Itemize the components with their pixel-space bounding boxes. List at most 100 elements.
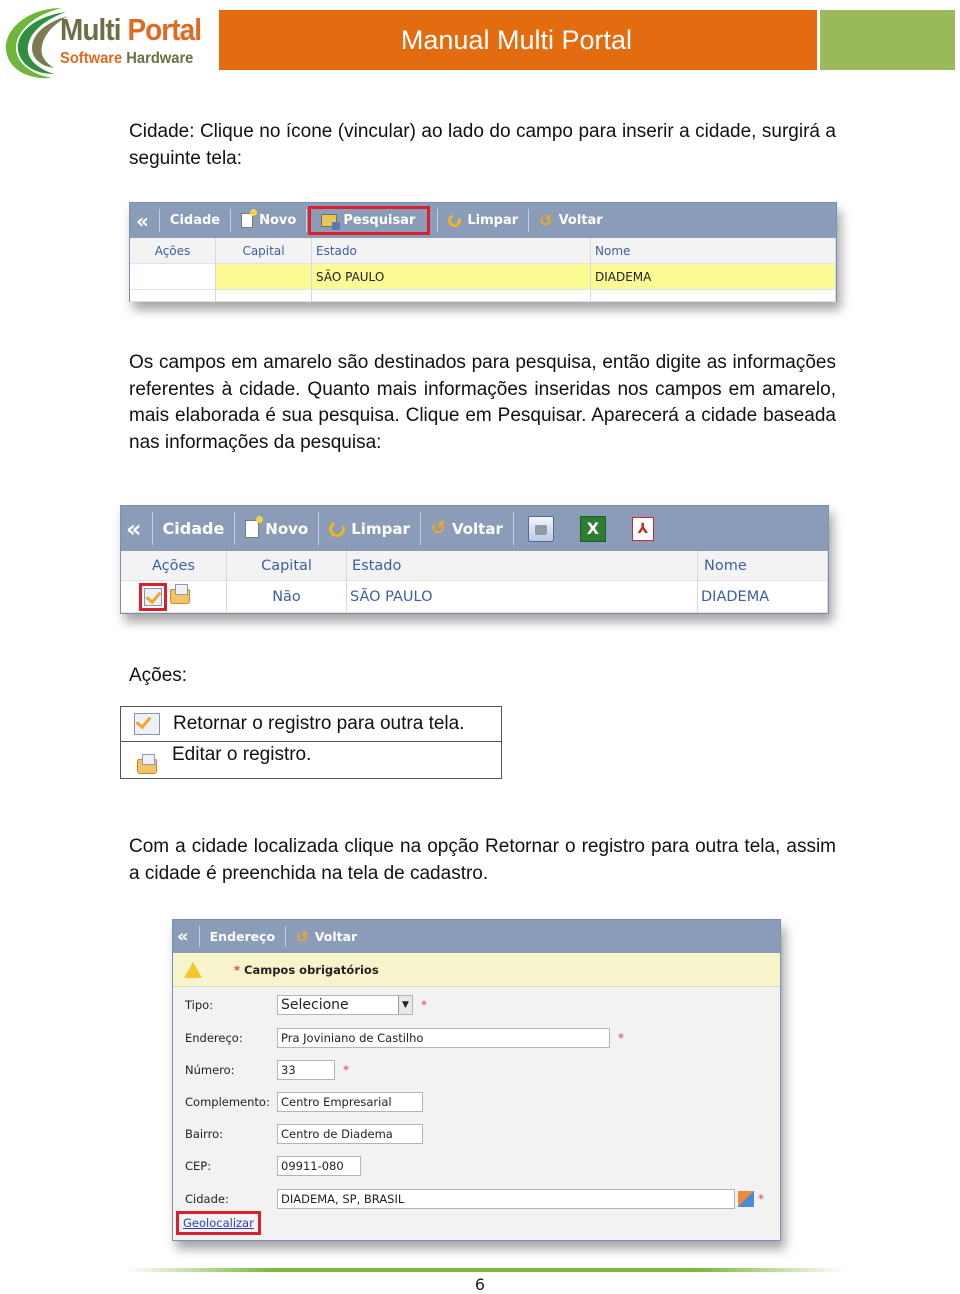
city-results-grid: Ações Capital Estado Nome Não SÃO PAULO …	[121, 551, 828, 613]
logo-wordmark: Multi Portal	[60, 12, 202, 48]
print-icon[interactable]	[527, 515, 554, 542]
footer-divider	[125, 1268, 845, 1272]
legend-text-edit: Editar o registro.	[172, 744, 312, 765]
new-button[interactable]: Novo	[241, 209, 297, 228]
numero-input[interactable]: 33	[277, 1060, 335, 1080]
search-button-label: Pesquisar	[343, 213, 416, 228]
back-arrow-icon: ↺	[430, 518, 446, 539]
header-accent-block	[820, 10, 955, 70]
geolocate-link[interactable]: Geolocalizar	[183, 1216, 254, 1230]
tipo-selected-value: Selecione	[281, 997, 349, 1013]
city-search-screenshot: « Cidade Novo Pesquisar Limpar ↺ Voltar …	[129, 202, 837, 302]
new-document-icon	[245, 515, 264, 538]
required-mark: *	[758, 1192, 764, 1206]
empty-cell	[216, 290, 312, 302]
cell-nome: DIADEMA	[698, 581, 828, 613]
back-button[interactable]: ↺ Voltar	[296, 928, 357, 946]
required-fields-notice: * Campos obrigatórios	[173, 953, 780, 987]
edit-folder-icon[interactable]	[169, 584, 190, 604]
collapse-icon[interactable]: «	[177, 926, 189, 947]
folder-edit-icon	[137, 753, 157, 774]
checkbox-return-icon	[143, 587, 162, 606]
logo-word-hardware: Hardware	[126, 50, 194, 67]
column-header-nome[interactable]: Nome	[698, 551, 828, 581]
endereco-label: Endereço:	[185, 1031, 243, 1045]
return-instructions-paragraph: Com a cidade localizada clique na opção …	[129, 836, 836, 884]
search-button[interactable]: Pesquisar	[308, 206, 431, 235]
logo-word-multi: Multi	[60, 12, 121, 47]
city-toolbar: « Cidade Novo Pesquisar Limpar ↺ Voltar	[130, 203, 836, 238]
cidade-input[interactable]: DIADEMA, SP, BRASIL	[277, 1189, 735, 1209]
numero-label: Número:	[185, 1063, 235, 1077]
tipo-select[interactable]: Selecione ▼	[277, 995, 413, 1015]
column-header-nome[interactable]: Nome	[591, 238, 836, 264]
warning-icon	[184, 961, 202, 978]
toolbar-title: Cidade	[169, 213, 221, 228]
multi-portal-logo: Multi Portal Software Hardware	[2, 2, 214, 82]
search-field-nome[interactable]: DIADEMA	[591, 264, 836, 290]
legend-text-return: Retornar o registro para outra tela.	[173, 713, 465, 734]
search-field-capital[interactable]	[216, 264, 312, 290]
bairro-input[interactable]: Centro de Diadema	[277, 1124, 423, 1144]
clear-refresh-icon	[326, 518, 348, 539]
complemento-input[interactable]: Centro Empresarial	[277, 1092, 423, 1112]
clear-refresh-icon	[446, 212, 464, 229]
back-arrow-icon: ↺	[539, 211, 553, 230]
pdf-export-icon[interactable]: ⅄	[631, 516, 654, 541]
legend-row-edit: Editar o registro.	[121, 741, 501, 778]
search-cell-acoes	[130, 264, 216, 290]
city-search-grid: Ações Capital Estado Nome SÃO PAULO DIAD…	[130, 238, 836, 302]
document-title: Manual Multi Portal	[400, 24, 632, 55]
column-header-estado[interactable]: Estado	[347, 551, 698, 581]
form-row-endereco: Endereço: Pra Joviniano de Castilho *	[185, 1028, 624, 1048]
column-header-estado[interactable]: Estado	[312, 238, 591, 264]
clear-button[interactable]: Limpar	[446, 212, 518, 229]
new-button-label: Novo	[259, 213, 297, 228]
collapse-icon[interactable]: «	[136, 209, 149, 233]
logo-word-software: Software	[60, 50, 123, 67]
page-number: 6	[474, 1275, 486, 1294]
toolbar-title: Cidade	[162, 519, 225, 538]
actions-legend-table: Retornar o registro para outra tela. Edi…	[120, 706, 502, 779]
logo-word-portal: Portal	[127, 12, 202, 47]
endereco-input[interactable]: Pra Joviniano de Castilho	[277, 1028, 610, 1048]
collapse-icon[interactable]: «	[126, 515, 142, 543]
return-record-button[interactable]	[138, 582, 167, 611]
required-mark: *	[421, 998, 427, 1012]
back-arrow-icon: ↺	[296, 927, 309, 946]
cep-input[interactable]: 09911-080	[277, 1156, 361, 1176]
excel-export-icon[interactable]: X	[579, 515, 606, 542]
clear-button[interactable]: Limpar	[326, 518, 410, 539]
bairro-label: Bairro:	[185, 1127, 224, 1141]
back-button[interactable]: ↺ Voltar	[539, 211, 603, 230]
required-mark: *	[234, 962, 241, 977]
new-button[interactable]: Novo	[245, 515, 309, 538]
new-document-icon	[241, 209, 258, 228]
form-row-cidade: Cidade: DIADEMA, SP, BRASIL *	[185, 1189, 764, 1209]
checkbox-return-icon	[134, 713, 160, 735]
toolbar-title: Endereço	[209, 929, 276, 944]
required-mark: *	[343, 1063, 349, 1077]
intro-paragraph: Cidade: Clique no ícone (vincular) ao la…	[129, 121, 836, 169]
clear-button-label: Limpar	[351, 519, 410, 538]
column-header-acoes[interactable]: Ações	[121, 551, 227, 581]
empty-cell	[312, 290, 591, 302]
back-button[interactable]: ↺ Voltar	[431, 518, 503, 539]
chevron-down-icon[interactable]: ▼	[398, 996, 412, 1014]
table-row-actions	[121, 581, 227, 613]
address-form-screenshot: « Endereço ↺ Voltar * Campos obrigatório…	[172, 919, 781, 1241]
search-instructions-paragraph: Os campos em amarelo são destinados para…	[129, 352, 836, 453]
back-button-label: Voltar	[314, 929, 358, 944]
search-icon	[321, 214, 341, 230]
column-header-capital[interactable]: Capital	[227, 551, 347, 581]
logo-tagline: Software Hardware	[60, 50, 193, 68]
search-field-estado[interactable]: SÃO PAULO	[312, 264, 591, 290]
cep-label: CEP:	[185, 1159, 212, 1173]
column-header-capital[interactable]: Capital	[216, 238, 312, 264]
cell-estado: SÃO PAULO	[347, 581, 698, 613]
legend-row-return: Retornar o registro para outra tela.	[121, 707, 501, 741]
cell-capital: Não	[227, 581, 347, 613]
column-header-acoes[interactable]: Ações	[130, 238, 216, 264]
link-city-icon[interactable]	[738, 1191, 754, 1207]
new-button-label: Novo	[265, 519, 309, 538]
